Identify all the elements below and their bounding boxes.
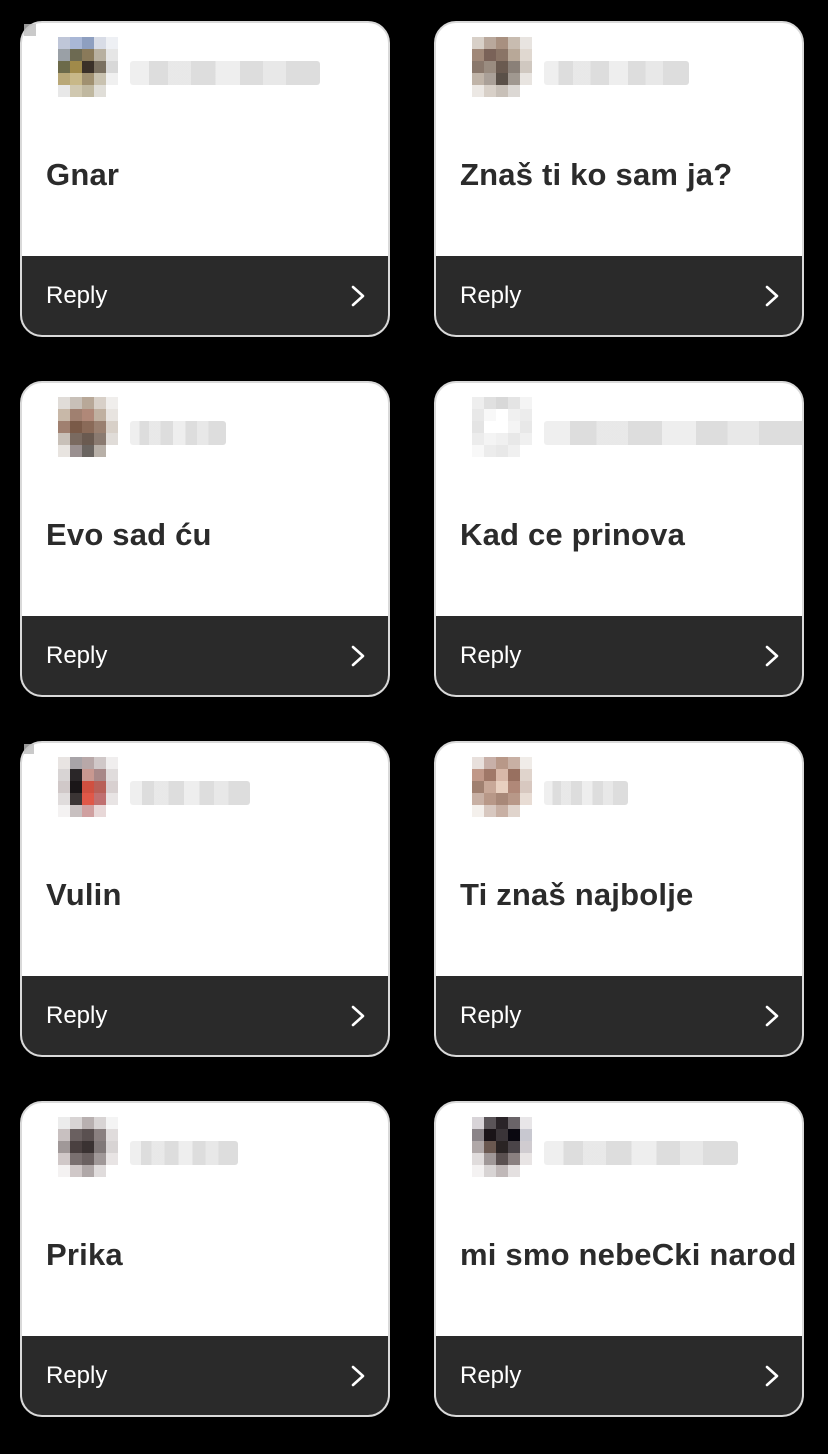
message-text: Prika (46, 1237, 123, 1272)
reply-label: Reply (460, 281, 522, 309)
reply-label: Reply (460, 1361, 522, 1389)
avatar[interactable] (472, 397, 532, 457)
username-blurred[interactable] (130, 781, 250, 805)
avatar[interactable] (472, 37, 532, 97)
message-text: Evo sad ću (46, 517, 212, 552)
reply-card[interactable]: Evo sad ću Reply (20, 381, 390, 697)
username-blurred[interactable] (130, 61, 320, 85)
reply-card[interactable]: Prika Reply (20, 1101, 390, 1417)
chevron-right-icon (351, 1365, 365, 1386)
chevron-right-icon (351, 285, 365, 306)
reply-label: Reply (460, 641, 522, 669)
avatar[interactable] (58, 37, 118, 97)
reply-card[interactable]: Gnar Reply (20, 21, 390, 337)
avatar[interactable] (58, 397, 118, 457)
card-header (46, 37, 376, 97)
message-text: Znaš ti ko sam ja? (460, 157, 733, 192)
reply-button[interactable]: Reply (436, 1336, 802, 1415)
reply-card[interactable]: Vulin Reply (20, 741, 390, 1057)
reply-label: Reply (46, 641, 108, 669)
message-text: Ti znaš najbolje (460, 877, 694, 912)
reply-button[interactable]: Reply (436, 976, 802, 1055)
username-blurred[interactable] (544, 421, 802, 445)
card-header (460, 37, 790, 97)
avatar[interactable] (472, 1117, 532, 1177)
chevron-right-icon (351, 1005, 365, 1026)
username-blurred[interactable] (130, 1141, 238, 1165)
selection-marker (24, 744, 34, 754)
selection-marker (24, 24, 36, 36)
card-header (460, 397, 802, 457)
reply-label: Reply (46, 281, 108, 309)
reply-card[interactable]: Kad ce prinova Reply (434, 381, 804, 697)
avatar[interactable] (472, 757, 532, 817)
chevron-right-icon (765, 1365, 779, 1386)
avatar[interactable] (58, 757, 118, 817)
card-header (460, 757, 790, 817)
reply-label: Reply (46, 1001, 108, 1029)
chevron-right-icon (351, 645, 365, 666)
reply-button[interactable]: Reply (436, 616, 802, 695)
card-header (460, 1117, 790, 1177)
message-text: mi smo nebeCki narod (460, 1237, 797, 1272)
reply-button[interactable]: Reply (22, 976, 388, 1055)
username-blurred[interactable] (544, 61, 689, 85)
username-blurred[interactable] (130, 421, 226, 445)
reply-card[interactable]: mi smo nebeCki narod Reply (434, 1101, 804, 1417)
message-text: Vulin (46, 877, 122, 912)
message-text: Gnar (46, 157, 120, 192)
reply-button[interactable]: Reply (436, 256, 802, 335)
chevron-right-icon (765, 645, 779, 666)
reply-label: Reply (460, 1001, 522, 1029)
reply-card[interactable]: Ti znaš najbolje Reply (434, 741, 804, 1057)
chevron-right-icon (765, 1005, 779, 1026)
message-text: Kad ce prinova (460, 517, 686, 552)
reply-button[interactable]: Reply (22, 1336, 388, 1415)
reply-label: Reply (46, 1361, 108, 1389)
avatar[interactable] (58, 1117, 118, 1177)
card-header (46, 757, 376, 817)
card-header (46, 397, 376, 457)
username-blurred[interactable] (544, 781, 628, 805)
reply-button[interactable]: Reply (22, 256, 388, 335)
chevron-right-icon (765, 285, 779, 306)
username-blurred[interactable] (544, 1141, 738, 1165)
reply-card[interactable]: Znaš ti ko sam ja? Reply (434, 21, 804, 337)
reply-button[interactable]: Reply (22, 616, 388, 695)
card-header (46, 1117, 376, 1177)
